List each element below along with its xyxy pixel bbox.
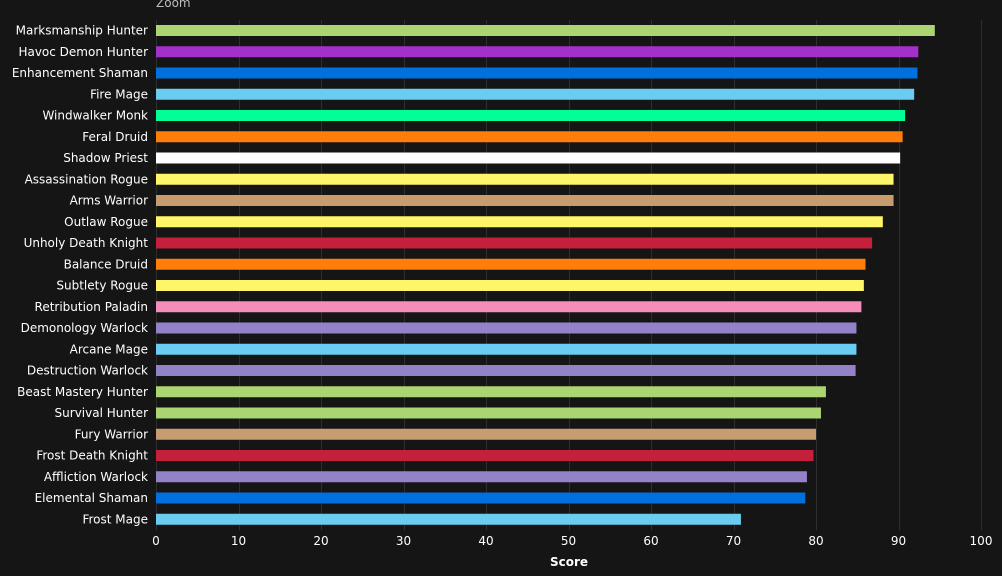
category-label: Demonology Warlock xyxy=(21,321,148,335)
x-tick-label: 70 xyxy=(726,534,741,548)
bars xyxy=(156,25,935,525)
bar[interactable] xyxy=(156,173,894,185)
bar[interactable] xyxy=(156,67,918,79)
category-label: Outlaw Rogue xyxy=(64,215,148,229)
category-label: Affliction Warlock xyxy=(44,470,148,484)
category-labels: Marksmanship Hunter Havoc Demon Hunter Enh… xyxy=(12,24,148,527)
bar[interactable] xyxy=(156,195,894,206)
bar[interactable] xyxy=(156,301,862,313)
category-label: Windwalker Monk xyxy=(42,109,148,123)
x-tick-label: 20 xyxy=(313,534,328,548)
category-label: Marksmanship Hunter xyxy=(16,24,148,38)
bar[interactable] xyxy=(156,216,883,228)
category-label: Enhancement Shaman xyxy=(12,66,148,80)
bar-chart: Marksmanship Hunter Havoc Demon Hunter Enh… xyxy=(12,20,992,569)
bar[interactable] xyxy=(156,471,807,483)
x-axis-title: Score xyxy=(550,555,588,569)
x-tick-label: 40 xyxy=(478,534,493,548)
bar[interactable] xyxy=(156,131,903,143)
bar[interactable] xyxy=(156,25,935,36)
bar[interactable] xyxy=(156,280,864,291)
x-tick-label: 90 xyxy=(891,534,906,548)
bar[interactable] xyxy=(156,152,901,164)
category-label: Arcane Mage xyxy=(70,342,148,356)
bar[interactable] xyxy=(156,322,857,334)
bar[interactable] xyxy=(156,46,919,58)
category-label: Elemental Shaman xyxy=(35,491,148,505)
bar[interactable] xyxy=(156,365,856,376)
bar[interactable] xyxy=(156,343,857,355)
bar[interactable] xyxy=(156,386,826,398)
category-label: Shadow Priest xyxy=(63,151,148,165)
x-tick-label: 60 xyxy=(643,534,658,548)
category-label: Beast Mastery Hunter xyxy=(17,385,148,399)
bar[interactable] xyxy=(156,237,873,249)
x-tick-label: 0 xyxy=(152,534,160,548)
category-label: Assassination Rogue xyxy=(25,172,148,186)
bar[interactable] xyxy=(156,428,816,440)
category-label: Havoc Demon Hunter xyxy=(18,45,148,59)
category-label: Retribution Paladin xyxy=(35,300,148,314)
category-label: Fire Mage xyxy=(90,87,148,101)
category-label: Frost Mage xyxy=(82,512,148,526)
category-label: Arms Warrior xyxy=(70,194,148,208)
category-label: Fury Warrior xyxy=(75,427,148,441)
x-tick-label: 30 xyxy=(396,534,411,548)
bar[interactable] xyxy=(156,110,906,121)
category-label: Unholy Death Knight xyxy=(24,236,149,250)
x-tick-label: 80 xyxy=(808,534,823,548)
bar[interactable] xyxy=(156,88,915,100)
category-label: Destruction Warlock xyxy=(27,364,148,378)
bar[interactable] xyxy=(156,407,821,419)
x-axis-ticks: 0 10 20 30 40 50 60 70 80 90 100 xyxy=(152,534,992,548)
bar[interactable] xyxy=(156,450,814,461)
x-tick-label: 50 xyxy=(561,534,576,548)
category-label: Balance Druid xyxy=(64,257,148,271)
bar[interactable] xyxy=(156,492,806,504)
x-tick-label: 100 xyxy=(970,534,993,548)
category-label: Feral Druid xyxy=(82,130,148,144)
x-tick-label: 10 xyxy=(231,534,246,548)
category-label: Frost Death Knight xyxy=(36,449,148,463)
category-label: Survival Hunter xyxy=(55,406,149,420)
bar[interactable] xyxy=(156,258,866,270)
bar[interactable] xyxy=(156,513,741,525)
category-label: Subtlety Rogue xyxy=(56,279,148,293)
